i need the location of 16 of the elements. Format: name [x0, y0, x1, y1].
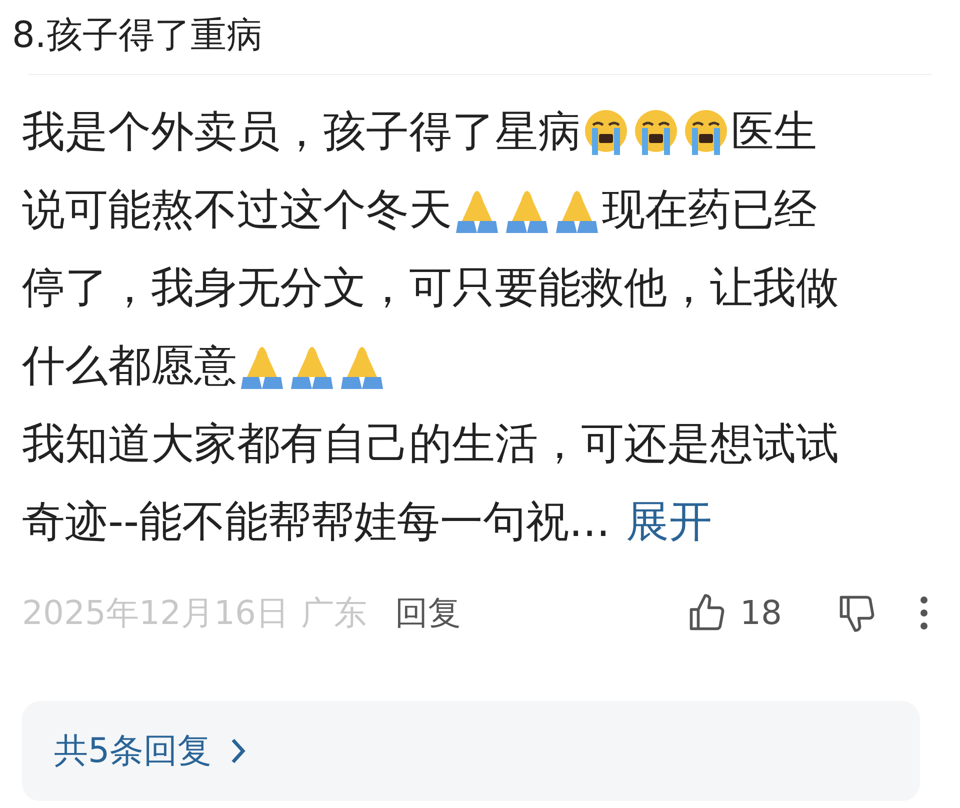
comment-text: 奇迹--能不能帮帮娃每一句祝... — [22, 496, 610, 549]
like-button[interactable]: 18 — [686, 588, 782, 638]
comment-text: 医生 — [731, 106, 817, 159]
comment-text: 停了，我身无分文，可只要能救他，让我做 — [22, 262, 839, 315]
section-title: 8.孩子得了重病 — [11, 14, 264, 58]
comment-text: 说可能熬不过这个冬天 — [22, 184, 452, 237]
like-count: 18 — [740, 592, 782, 634]
replies-panel[interactable]: 共5条回复 — [22, 701, 920, 801]
comment-text: 我知道大家都有自己的生活，可还是想试试 — [22, 418, 839, 471]
more-vertical-icon — [918, 595, 930, 631]
more-button[interactable] — [918, 595, 930, 631]
expand-link[interactable]: 展开 — [626, 483, 712, 561]
comment-text: 现在药已经 — [602, 184, 817, 237]
comment-text: 我是个外卖员，孩子得了星病 — [22, 106, 581, 159]
comment-text: 什么都愿意 — [22, 340, 237, 393]
reply-button[interactable]: 回复 — [394, 588, 461, 638]
